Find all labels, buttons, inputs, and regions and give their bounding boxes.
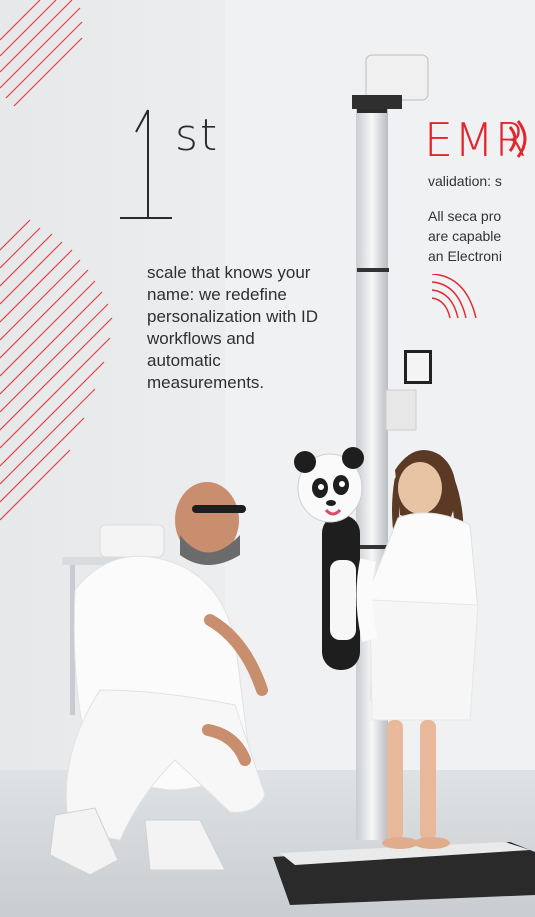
signal-waves-icon [431,274,477,319]
ordinal-suffix: st [175,110,220,161]
emr-validation-text: validation: s [428,173,502,189]
radio-waves-icon [508,120,527,158]
emr-description: All seca pro are capable an Electroni [428,206,535,266]
ordinal-numeral-one [120,109,172,219]
emr-description-line: an Electroni [428,248,502,264]
emr-description-line: All seca pro [428,208,502,224]
emr-logo: EMR [424,113,528,167]
emr-description-line: are capable [428,228,502,244]
headline-tagline: scale that knows your name: we redefine … [147,263,319,392]
